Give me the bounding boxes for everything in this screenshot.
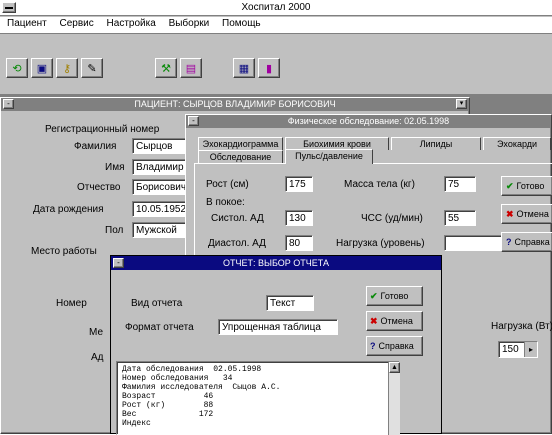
preview-line: Индекс [122, 419, 151, 428]
name-field[interactable]: Владимир [132, 159, 192, 175]
weight-label: Масса тела (кг) [344, 179, 415, 190]
menu-item-service[interactable]: Сервис [55, 17, 99, 31]
help-icon: ? [370, 341, 376, 351]
report-minimize-button[interactable]: - [113, 258, 124, 268]
surname-label: Фамилия [74, 141, 117, 152]
reg-number-label: Регистрационный номер [45, 124, 160, 135]
card-icon[interactable]: ▣ [31, 58, 53, 78]
workplace-label: Место работы [31, 246, 97, 257]
exam-cancel-button[interactable]: ✖ Отмена [501, 204, 552, 224]
scroll-up-arrow-icon[interactable]: ▲ [389, 362, 400, 373]
phone-label: Номер [56, 298, 87, 309]
load-watts-value: 150 [502, 344, 519, 355]
app-title: Хоспитал 2000 [241, 2, 311, 13]
spin-arrow-icon[interactable]: ▸ [524, 342, 537, 357]
menu-item-settings[interactable]: Настройка [102, 17, 161, 31]
at-rest-label: В покое: [206, 197, 245, 208]
menu-item-queries[interactable]: Выборки [164, 17, 215, 31]
report-format-field[interactable]: Упрощенная таблица [218, 319, 338, 335]
report-dialog-caption: ОТЧЕТ: ВЫБОР ОТЧЕТА [111, 256, 441, 270]
surname-field[interactable]: Сырцов [132, 138, 192, 154]
menu-bar: Пациент Сервис Настройка Выборки Помощь [0, 17, 552, 34]
report-help-label: Справка [378, 341, 414, 351]
tab-lipids[interactable]: Липиды [391, 137, 481, 150]
exam-ok-label: Готово [516, 181, 545, 191]
tab-examination[interactable]: Обследование [198, 150, 283, 163]
preview-line: Номер обследования 34 [122, 374, 233, 383]
heart-rate-label: ЧСС (уд/мин) [361, 213, 423, 224]
report-dialog: ОТЧЕТ: ВЫБОР ОТЧЕТА - Вид отчета Текст Ф… [110, 255, 442, 435]
patient-minimize-button[interactable]: - [3, 99, 14, 109]
load-watts-label: Нагрузка (Вт) [491, 321, 552, 332]
edit-icon[interactable]: ✎ [81, 58, 103, 78]
cross-icon: ✖ [370, 315, 378, 326]
check-icon: ✔ [506, 180, 514, 191]
load-watts-field[interactable]: 150 ▸ [498, 341, 538, 358]
systolic-label: Систол. АД [211, 213, 264, 224]
refresh-icon[interactable]: ⟲ [6, 58, 28, 78]
patronymic-field[interactable]: Борисович [132, 179, 192, 195]
menu-item-help[interactable]: Помощь [217, 17, 266, 31]
report-type-field[interactable]: Текст [266, 295, 314, 311]
exam-cancel-label: Отмена [516, 209, 549, 219]
height-label: Рост (см) [206, 179, 249, 190]
report-ok-button[interactable]: ✔ Готово [366, 286, 423, 306]
birth-date-field[interactable]: 10.05.1952 [132, 201, 192, 217]
check-icon: ✔ [370, 290, 378, 301]
report-preview-scrollbar[interactable]: ▲ [388, 362, 400, 435]
books-icon[interactable]: ▤ [180, 58, 202, 78]
name-label: Имя [105, 162, 125, 173]
report-ok-label: Готово [380, 291, 409, 301]
cross-icon: ✖ [506, 208, 514, 219]
address-label: Ад [91, 352, 104, 363]
load-level-label: Нагрузка (уровень) [336, 238, 425, 249]
report-help-button[interactable]: ? Справка [366, 336, 423, 356]
preview-line: Дата обследования 02.05.1998 [122, 365, 262, 374]
tab-pulse-pressure[interactable]: Пульс/давление [285, 149, 373, 164]
report-cancel-button[interactable]: ✖ Отмена [366, 311, 423, 331]
exam-help-label: Справка [514, 237, 550, 247]
key-icon[interactable]: ⚷ [56, 58, 78, 78]
tab-echocardio-2[interactable]: Эхокарди [483, 137, 551, 150]
exam-window-caption: Физическое обследование: 02.05.1998 [186, 115, 551, 128]
report-format-label: Формат отчета [125, 322, 194, 333]
preview-line: Фамилия исследователя Сыцов А.С. [122, 383, 281, 392]
preview-line: Возраст 46 [122, 392, 214, 401]
help-icon: ? [506, 237, 512, 247]
report-type-label: Вид отчета [131, 298, 183, 309]
exam-help-button[interactable]: ? Справка [501, 232, 552, 252]
book-icon[interactable]: ▮ [258, 58, 280, 78]
load-level-field[interactable] [444, 235, 508, 251]
diastolic-field[interactable]: 80 [285, 235, 313, 251]
diastolic-label: Диастол. АД [208, 238, 266, 249]
app-window: Хоспитал 2000 Пациент Сервис Настройка В… [0, 0, 552, 435]
app-title-bar: Хоспитал 2000 [0, 0, 552, 16]
sex-field[interactable]: Мужской [132, 222, 192, 238]
preview-line: Вес 172 [122, 410, 214, 419]
calculator-icon[interactable]: ▦ [233, 58, 255, 78]
exam-minimize-button[interactable]: - [188, 116, 199, 126]
tab-echocardiogram[interactable]: Эхокардиограмма [198, 137, 283, 150]
patient-maximize-button[interactable]: ▾ [456, 99, 467, 109]
tools-icon[interactable]: ⚒ [155, 58, 177, 78]
menu-item-patient[interactable]: Пациент [2, 17, 52, 31]
report-preview[interactable]: Дата обследования 02.05.1998 Номер обсле… [116, 361, 400, 435]
birth-date-label: Дата рождения [33, 204, 104, 215]
systolic-field[interactable]: 130 [285, 210, 313, 226]
heart-rate-field[interactable]: 55 [444, 210, 476, 226]
sex-label: Пол [105, 225, 124, 236]
toolbar: ⟲ ▣ ⚷ ✎ ⚒ ▤ ▦ ▮ [0, 35, 552, 93]
patronymic-label: Отчество [77, 182, 121, 193]
preview-line: Рост (кг) 88 [122, 401, 214, 410]
report-cancel-label: Отмена [380, 316, 413, 326]
height-field[interactable]: 175 [285, 176, 313, 192]
patient-window-caption: ПАЦИЕНТ: СЫРЦОВ ВЛАДИМИР БОРИСОВИЧ [1, 98, 469, 111]
field-me-label: Ме [89, 327, 104, 338]
exam-ok-button[interactable]: ✔ Готово [501, 176, 552, 196]
weight-field[interactable]: 75 [444, 176, 476, 192]
